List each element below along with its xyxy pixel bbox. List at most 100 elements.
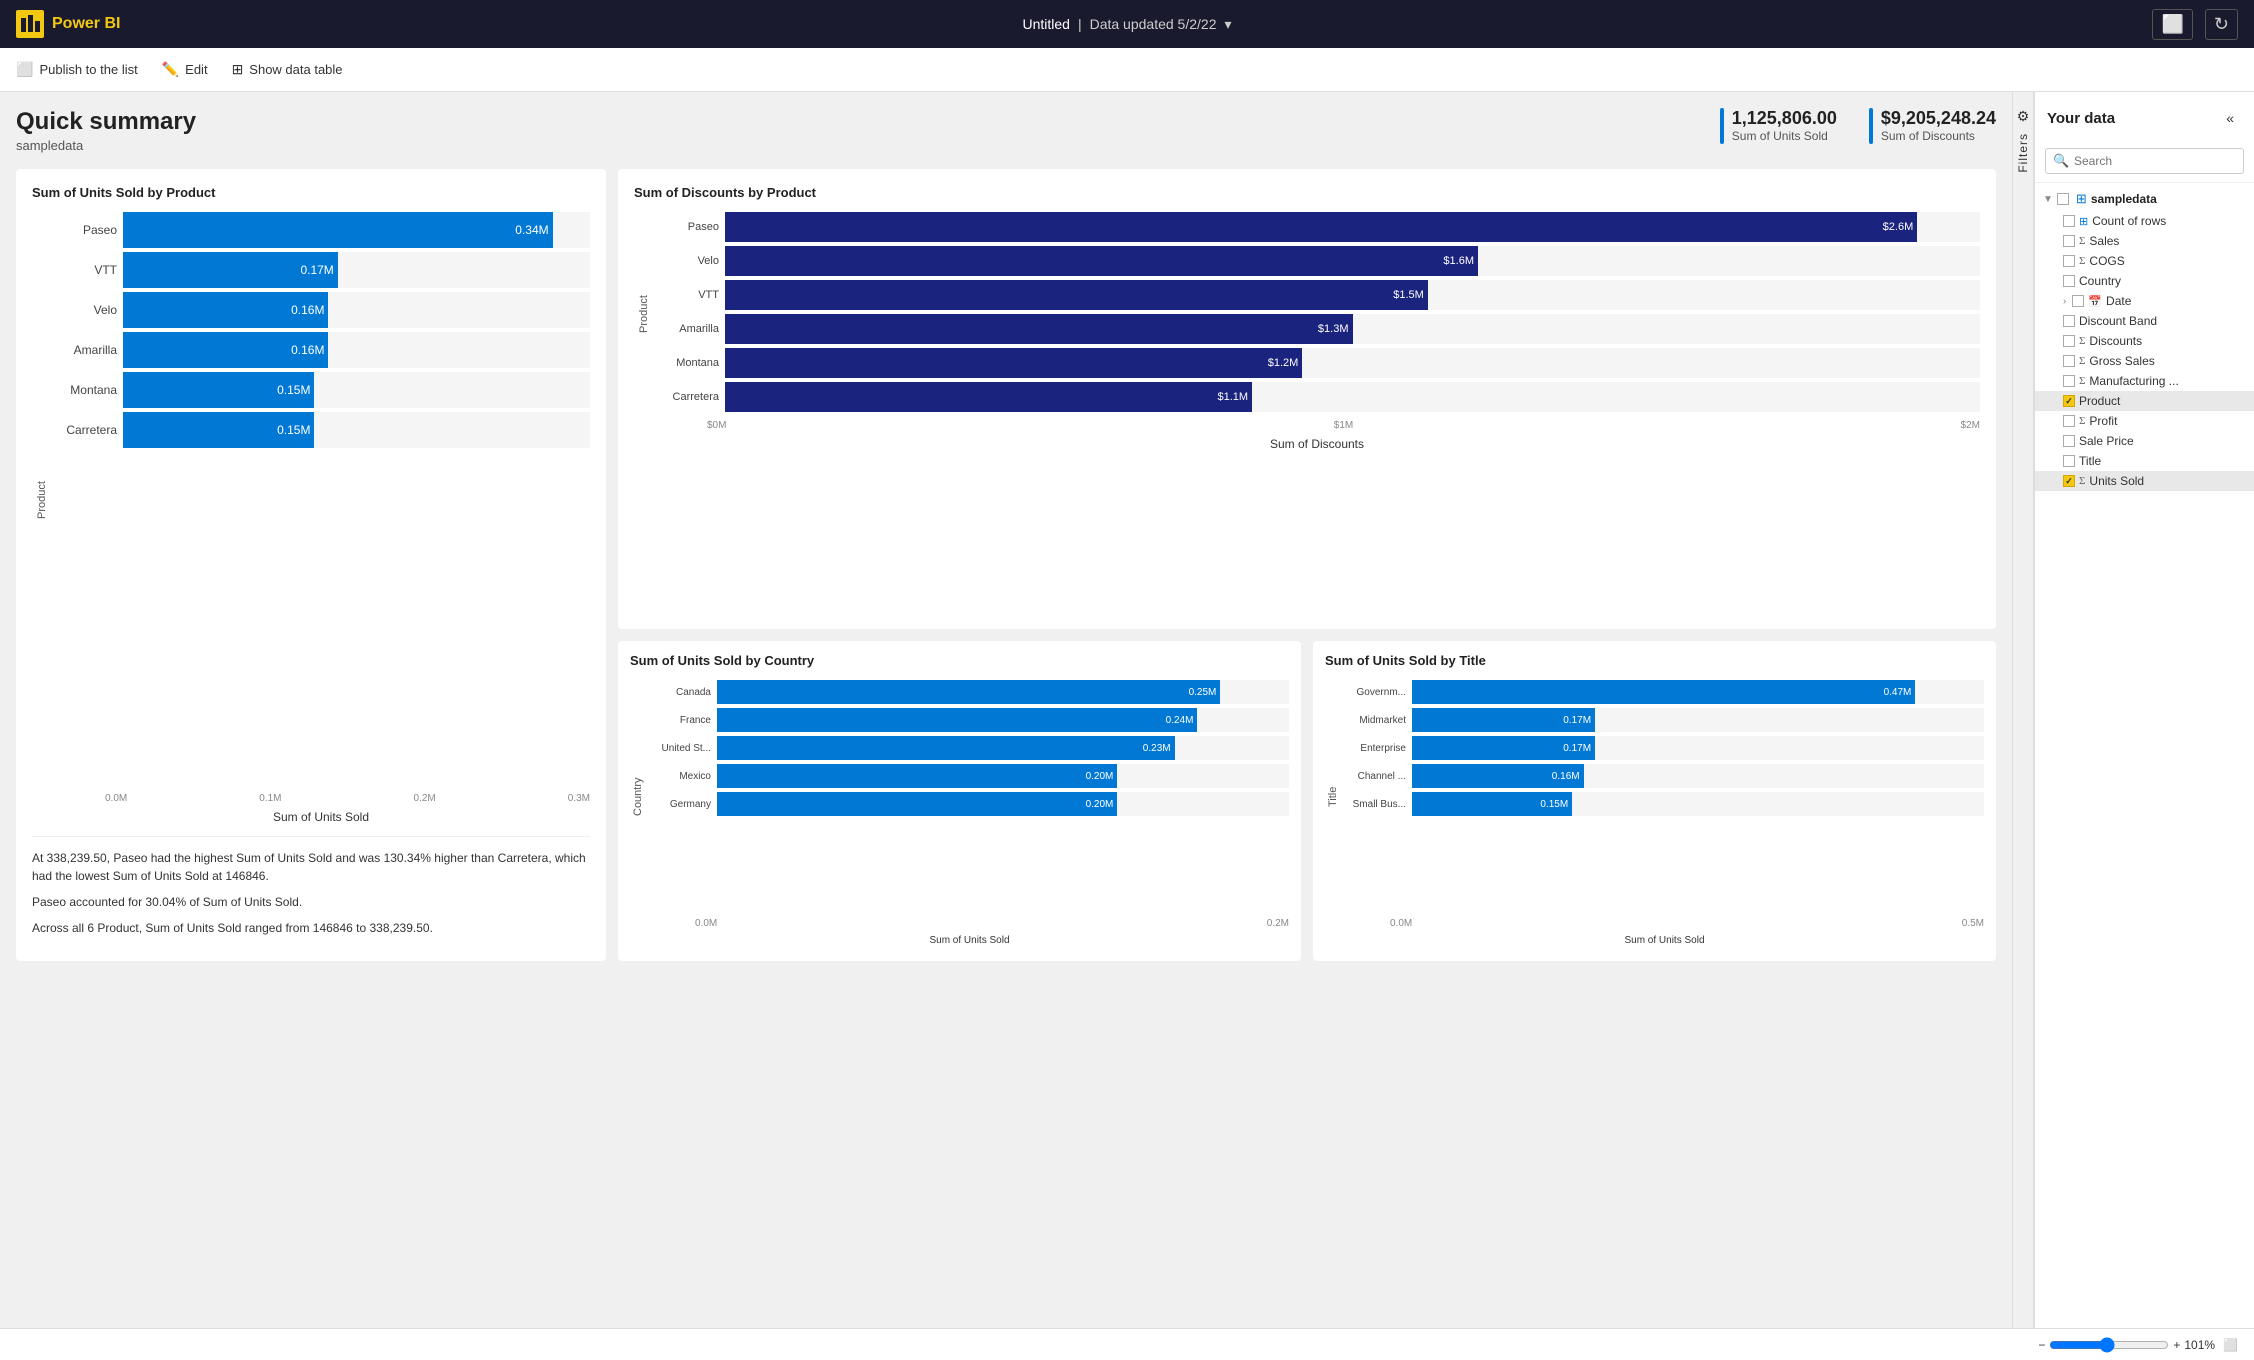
bar-fill: $1.3M <box>725 314 1353 344</box>
calendar-icon: 📅 <box>2088 295 2102 308</box>
chart4-title: Sum of Units Sold by Title <box>1325 653 1984 668</box>
checkbox[interactable]: ✓ <box>2063 475 2075 487</box>
checkbox[interactable] <box>2063 335 2075 347</box>
tree-child-item[interactable]: ΣSales <box>2035 231 2254 251</box>
count-icon: ⊞ <box>2079 215 2088 228</box>
tree-child-item[interactable]: ✓Product <box>2035 391 2254 411</box>
bar-row: Enterprise 0.17M <box>1341 736 1984 760</box>
zoom-slider[interactable] <box>2049 1337 2169 1353</box>
chart4-card: Sum of Units Sold by Title Title Governm… <box>1313 641 1996 961</box>
checkbox[interactable] <box>2063 255 2075 267</box>
tree-child-item[interactable]: Σ COGS <box>2035 251 2254 271</box>
tree-child-item[interactable]: Title <box>2035 451 2254 471</box>
publish-label: Publish to the list <box>39 62 137 77</box>
tree-child-item[interactable]: Sale Price <box>2035 431 2254 451</box>
chart3-title: Sum of Units Sold by Country <box>630 653 1289 668</box>
bar-row: Channel ...0.16M <box>1341 764 1984 788</box>
chart3-ylabel: Country <box>630 680 646 914</box>
bar-fill: 0.17M <box>123 252 338 288</box>
zoom-decrease[interactable]: − <box>2038 1338 2045 1352</box>
bar-fill: 0.25M <box>717 680 1220 704</box>
top-bar-right: ⬜ ↻ <box>2152 9 2238 40</box>
bar-fill: $2.6M <box>725 212 1917 242</box>
chart4-ylabel: Title <box>1325 680 1341 914</box>
show-data-table-button[interactable]: ⊞ Show data table <box>232 61 343 78</box>
kpi2-label: Sum of Discounts <box>1881 129 1996 143</box>
x-axis-label: 0.2M <box>414 793 436 804</box>
tree-child-item[interactable]: Discount Band <box>2035 311 2254 331</box>
zoom-increase[interactable]: + <box>2173 1338 2180 1352</box>
checkbox[interactable] <box>2063 235 2075 247</box>
bar-value: 0.47M <box>1884 687 1912 698</box>
bar-row: Velo$1.6M <box>654 246 1980 276</box>
chart2-xlabel: Sum of Discounts <box>634 437 1980 451</box>
tree-child-item[interactable]: ⊞Count of rows <box>2035 211 2254 231</box>
publish-button[interactable]: ⬜ Publish to the list <box>16 61 138 78</box>
checkbox[interactable] <box>2063 415 2075 427</box>
sidebar-title: Your data <box>2047 110 2115 127</box>
bar-label: Amarilla <box>654 323 719 335</box>
zoom-control: − + 101% <box>2038 1337 2215 1353</box>
bar-row: France0.24M <box>646 708 1289 732</box>
x-axis-label: 0.1M <box>259 793 281 804</box>
bar-fill: 0.24M <box>717 708 1197 732</box>
bar-value: $1.2M <box>1268 357 1299 369</box>
bar-row: Mexico0.20M <box>646 764 1289 788</box>
tree-child-item[interactable]: ΣGross Sales <box>2035 351 2254 371</box>
bar-label: VTT <box>52 263 117 277</box>
filters-tab[interactable]: ⚙ Filters <box>2012 92 2034 1328</box>
bar-label: Germany <box>646 799 711 810</box>
collapse-button[interactable]: « <box>2218 102 2242 134</box>
page-header: Quick summary sampledata 1,125,806.00 Su… <box>16 108 1996 153</box>
item-name: COGS <box>2089 254 2124 268</box>
bar-fill: 0.17M <box>1412 708 1595 732</box>
item-name: Discount Band <box>2079 314 2157 328</box>
edit-button[interactable]: ✏️ Edit <box>162 61 208 78</box>
tree-group-checkbox[interactable] <box>2057 193 2069 205</box>
bar-fill: $1.5M <box>725 280 1428 310</box>
search-input[interactable] <box>2045 148 2244 174</box>
bar-track: 0.34M <box>123 212 590 248</box>
bar-value: 0.17M <box>1563 743 1591 754</box>
bar-value: 0.34M <box>515 223 548 237</box>
show-data-table-label: Show data table <box>249 62 342 77</box>
sigma-icon: Σ <box>2079 355 2085 367</box>
bar-fill: $1.2M <box>725 348 1302 378</box>
checkbox[interactable] <box>2063 375 2075 387</box>
item-name: Country <box>2079 274 2121 288</box>
filter-icon: ⚙ <box>2017 108 2030 125</box>
bar-fill: 0.16M <box>123 292 328 328</box>
tree-child-item[interactable]: ΣProfit <box>2035 411 2254 431</box>
bar-track: 0.15M <box>123 412 590 448</box>
kpi2: $9,205,248.24 Sum of Discounts <box>1869 108 1996 144</box>
bar-row: Velo0.16M <box>52 292 590 328</box>
tree-parent-sampledata[interactable]: ▼ ⊞ sampledata <box>2035 187 2254 211</box>
refresh-button[interactable]: ↻ <box>2205 9 2238 40</box>
bar-label: Enterprise <box>1341 743 1406 754</box>
chart1-title: Sum of Units Sold by Product <box>32 185 590 200</box>
bar-track: 0.17M <box>123 252 590 288</box>
publish-icon: ⬜ <box>16 61 33 78</box>
bar-row: Midmarket0.17M <box>1341 708 1984 732</box>
tree-child-item[interactable]: ✓ΣUnits Sold <box>2035 471 2254 491</box>
edit-icon: ✏️ <box>162 61 179 78</box>
window-button[interactable]: ⬜ <box>2152 9 2192 40</box>
tree-child-item[interactable]: Country <box>2035 271 2254 291</box>
checkbox[interactable]: ✓ <box>2063 395 2075 407</box>
tree-child-item[interactable]: ΣDiscounts <box>2035 331 2254 351</box>
sigma-icon: Σ <box>2079 255 2085 267</box>
bar-row: Paseo$2.6M <box>654 212 1980 242</box>
bar-row: United St...0.23M <box>646 736 1289 760</box>
checkbox[interactable] <box>2063 215 2075 227</box>
checkbox[interactable] <box>2063 455 2075 467</box>
dropdown-chevron[interactable]: ▾ <box>1224 16 1231 33</box>
checkbox[interactable] <box>2072 295 2084 307</box>
checkbox[interactable] <box>2063 275 2075 287</box>
checkbox[interactable] <box>2063 315 2075 327</box>
checkbox[interactable] <box>2063 355 2075 367</box>
fit-page-icon[interactable]: ⬜ <box>2223 1338 2238 1352</box>
checkbox[interactable] <box>2063 435 2075 447</box>
tree-child-item[interactable]: ›📅Date <box>2035 291 2254 311</box>
bar-track: $2.6M <box>725 212 1980 242</box>
tree-child-item[interactable]: ΣManufacturing ... <box>2035 371 2254 391</box>
